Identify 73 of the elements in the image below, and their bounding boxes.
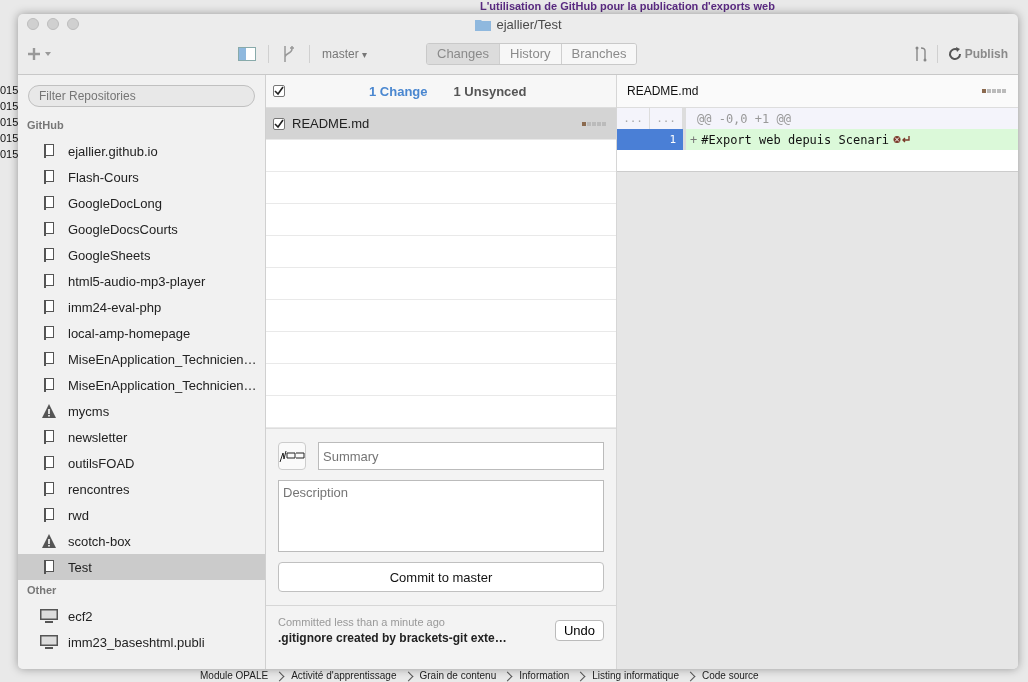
- commit-button[interactable]: Commit to master: [278, 562, 604, 592]
- breadcrumb-link[interactable]: Grain de contenu: [419, 670, 497, 682]
- monitor-icon: [40, 634, 58, 650]
- commit-message: .gitignore created by brackets-git exte…: [278, 631, 508, 645]
- file-checkbox[interactable]: [273, 117, 285, 130]
- repository-item[interactable]: GoogleDocLong: [18, 190, 265, 216]
- repository-item[interactable]: ecf2: [18, 603, 265, 629]
- sidebar-toggle-icon[interactable]: [238, 47, 256, 61]
- filter-field[interactable]: Filter Repositories: [28, 85, 255, 107]
- repository-item[interactable]: rwd: [18, 502, 265, 528]
- diff-file-name: README.md: [627, 84, 699, 98]
- monitor-icon: [40, 608, 58, 624]
- folder-icon: [475, 17, 492, 31]
- pull-request-icon[interactable]: [914, 46, 927, 62]
- repository-item[interactable]: outilsFOAD: [18, 450, 265, 476]
- add-icon[interactable]: [28, 47, 54, 61]
- count-tab[interactable]: 1 Change: [369, 83, 428, 99]
- change-bar-icon: [982, 89, 1006, 93]
- repository-item[interactable]: newsletter: [18, 424, 265, 450]
- breadcrumb-link[interactable]: Activité d'apprentissage: [291, 670, 397, 682]
- repository-item[interactable]: Test: [18, 554, 265, 580]
- repository-item[interactable]: local-amp-homepage: [18, 320, 265, 346]
- warning-icon: [40, 404, 58, 418]
- breadcrumb-link[interactable]: Listing informatique: [592, 670, 679, 682]
- repository-item[interactable]: scotch-box: [18, 528, 265, 554]
- sync-icon: [947, 47, 962, 61]
- date-text: 015: [0, 147, 19, 162]
- date-text: 015: [0, 99, 19, 114]
- repository-item[interactable]: MiseEnApplication_Technicien…: [18, 346, 265, 372]
- page-title: L'utilisation de GitHub pour la publication d'exports web: [480, 0, 775, 13]
- code-line: #Export web depuis Scenari: [701, 132, 890, 147]
- file-row[interactable]: README.md: [266, 108, 616, 140]
- minimize-button[interactable]: [47, 18, 59, 30]
- avatar-icon: [278, 442, 306, 470]
- file-name: README.md: [292, 116, 371, 131]
- line-number: ...: [650, 108, 683, 129]
- undo-button[interactable]: Undo: [554, 620, 604, 641]
- warning-icon: [40, 534, 58, 548]
- zoom-button[interactable]: [67, 18, 79, 30]
- line-number: 1: [650, 129, 683, 150]
- change-bar-icon: [582, 121, 606, 126]
- hunk-header: @@ -0,0 +1 @@: [683, 108, 1018, 129]
- group-heading: Other: [26, 583, 58, 598]
- date-text: 015: [0, 83, 19, 98]
- repository-item[interactable]: MiseEnApplication_Technicien…: [18, 372, 265, 398]
- description-field[interactable]: Description: [278, 480, 604, 552]
- select-all-checkbox[interactable]: [273, 85, 285, 97]
- caret-icon: ▾: [362, 49, 367, 60]
- repository-item[interactable]: html5-audio-mp3-player: [18, 268, 265, 294]
- no-newline-icon: [893, 135, 912, 144]
- breadcrumb-link[interactable]: Information: [519, 670, 570, 682]
- count-tab[interactable]: 1 Unsynced: [453, 83, 527, 99]
- group-heading: GitHub: [26, 118, 65, 133]
- branch-dropdown[interactable]: master ▾: [322, 47, 367, 61]
- breadcrumb-link[interactable]: Code source: [701, 670, 759, 682]
- date-text: 015: [0, 131, 19, 146]
- breadcrumb-link[interactable]: Module OPALE: [200, 670, 269, 682]
- repository-item[interactable]: ejallier.github.io: [18, 138, 265, 164]
- repository-item[interactable]: rencontres: [18, 476, 265, 502]
- branch-icon[interactable]: [281, 45, 297, 63]
- line-number: ...: [617, 108, 650, 129]
- repository-item[interactable]: imm23_baseshtml.publi: [18, 629, 265, 655]
- close-button[interactable]: [27, 18, 39, 30]
- diff-sign: +: [690, 132, 698, 147]
- window-title: ejallier/Test: [496, 16, 562, 32]
- summary-field[interactable]: Summary: [318, 442, 604, 470]
- date-text: 015: [0, 115, 19, 130]
- repository-item[interactable]: GoogleDocsCourts: [18, 216, 265, 242]
- repository-item[interactable]: GoogleSheets: [18, 242, 265, 268]
- repository-item[interactable]: imm24-eval-php: [18, 294, 265, 320]
- repository-item[interactable]: Flash-Cours: [18, 164, 265, 190]
- commit-time: Committed less than a minute ago: [278, 616, 446, 628]
- repository-item[interactable]: mycms: [18, 398, 265, 424]
